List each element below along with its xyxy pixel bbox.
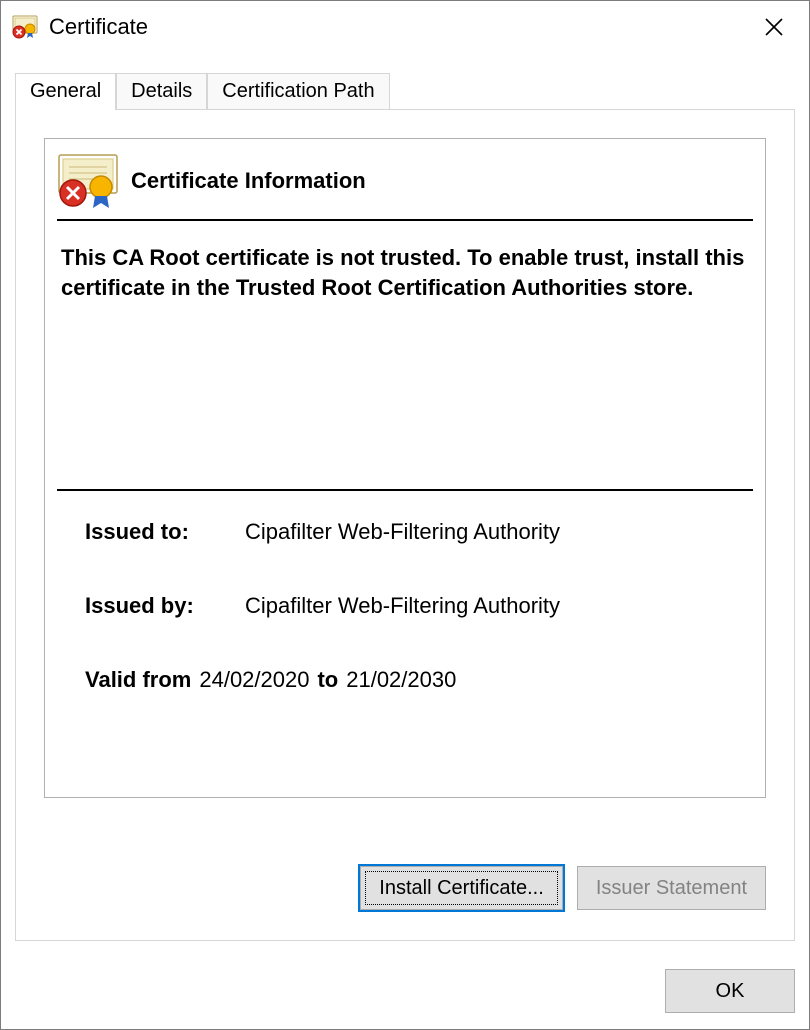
window-title: Certificate — [49, 14, 749, 40]
tab-details[interactable]: Details — [116, 73, 207, 109]
issuer-statement-button: Issuer Statement — [577, 866, 766, 910]
tab-label: General — [30, 80, 101, 102]
action-button-row: Install Certificate... Issuer Statement — [360, 866, 766, 910]
button-label: OK — [716, 980, 745, 1002]
button-label: Install Certificate... — [379, 877, 544, 900]
certificate-dialog: Certificate General Details Certificatio… — [0, 0, 810, 1030]
dialog-footer: OK — [665, 969, 795, 1013]
tab-certification-path[interactable]: Certification Path — [207, 73, 389, 109]
divider — [57, 489, 753, 491]
titlebar: Certificate — [1, 1, 809, 53]
issued-to-value: Cipafilter Web-Filtering Authority — [245, 519, 560, 545]
issued-by-value: Cipafilter Web-Filtering Authority — [245, 593, 560, 619]
issued-by-label: Issued by: — [85, 593, 245, 619]
issued-to-label: Issued to: — [85, 519, 245, 545]
ok-button[interactable]: OK — [665, 969, 795, 1013]
trust-warning-text: This CA Root certificate is not trusted.… — [45, 221, 765, 302]
button-label: Issuer Statement — [596, 877, 747, 900]
tab-panel-general: Certificate Information This CA Root cer… — [15, 109, 795, 941]
issued-by-row: Issued by: Cipafilter Web-Filtering Auth… — [85, 593, 749, 619]
tab-label: Details — [131, 80, 192, 102]
install-certificate-button[interactable]: Install Certificate... — [360, 866, 563, 910]
close-icon — [764, 17, 784, 37]
tab-strip: General Details Certification Path — [15, 73, 795, 941]
certificate-title-icon — [11, 15, 39, 39]
validity-row: Valid from 24/02/2020 to 21/02/2030 — [85, 667, 749, 693]
valid-to-value: 21/02/2030 — [346, 667, 456, 693]
certificate-large-icon — [53, 153, 123, 209]
tab-general[interactable]: General — [15, 73, 116, 110]
valid-from-value: 24/02/2020 — [199, 667, 309, 693]
valid-from-label: Valid from — [85, 667, 191, 693]
valid-to-label: to — [317, 667, 338, 693]
certificate-info-box: Certificate Information This CA Root cer… — [44, 138, 766, 798]
certificate-info-heading: Certificate Information — [131, 168, 366, 194]
issued-to-row: Issued to: Cipafilter Web-Filtering Auth… — [85, 519, 749, 545]
close-button[interactable] — [749, 7, 799, 47]
certificate-details: Issued to: Cipafilter Web-Filtering Auth… — [85, 519, 749, 693]
tab-label: Certification Path — [222, 80, 374, 102]
